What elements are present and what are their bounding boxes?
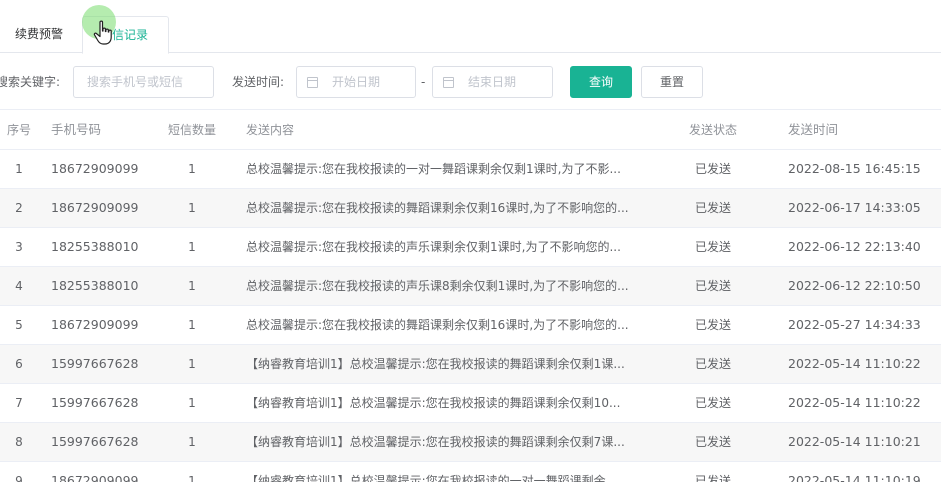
table-row[interactable]: 3 18255388010 1 总校温馨提示:您在我校报读的声乐课剩余仅剩1课时… — [0, 228, 941, 267]
row-sms-count: 1 — [188, 162, 196, 176]
row-phone: 15997667628 — [51, 395, 139, 410]
col-header-sms-count: 短信数量 — [167, 123, 216, 137]
row-sms-count: 1 — [188, 396, 196, 410]
row-content: 总校温馨提示:您在我校报读的声乐课剩余仅剩1课时,为了不影响您的... — [246, 240, 621, 254]
calendar-icon — [307, 77, 318, 88]
row-phone: 18672909099 — [51, 161, 139, 176]
start-date-placeholder: 开始日期 — [332, 75, 381, 89]
row-index: 4 — [15, 279, 23, 293]
calendar-icon — [443, 77, 454, 88]
table-row[interactable]: 1 18672909099 1 总校温馨提示:您在我校报读的一对一舞蹈课剩余仅剩… — [0, 150, 941, 189]
row-content: 【纳睿教育培训1】总校温馨提示:您在我校报读的舞蹈课剩余仅剩10... — [246, 396, 621, 410]
row-index: 5 — [15, 318, 23, 332]
row-sms-count: 1 — [188, 240, 196, 254]
row-send-time: 2022-05-14 11:10:22 — [788, 395, 921, 410]
row-send-time: 2022-06-17 14:33:05 — [788, 200, 921, 215]
row-status: 已发送 — [694, 318, 731, 332]
start-date-picker[interactable]: 开始日期 — [296, 66, 416, 98]
end-date-picker[interactable]: 结束日期 — [432, 66, 553, 98]
reset-button[interactable]: 重置 — [641, 66, 703, 98]
row-sms-count: 1 — [188, 435, 196, 449]
row-phone: 18672909099 — [51, 317, 139, 332]
row-phone: 18255388010 — [51, 239, 139, 254]
row-content: 总校温馨提示:您在我校报读的一对一舞蹈课剩余仅剩1课时,为了不影... — [246, 162, 621, 176]
tab-bar: 续费预警 信记录 — [0, 0, 941, 54]
row-send-time: 2022-08-15 16:45:15 — [788, 161, 921, 176]
query-button[interactable]: 查询 — [570, 66, 632, 98]
sms-records-table: 序号 手机号码 短信数量 发送内容 发送状态 发送时间 1 1867290909… — [0, 109, 941, 482]
table-row[interactable]: 5 18672909099 1 总校温馨提示:您在我校报读的舞蹈课剩余仅剩16课… — [0, 306, 941, 345]
row-content: 【纳睿教育培训1】总校温馨提示:您在我校报读的一对一舞蹈课剩余... — [246, 474, 618, 482]
row-status: 已发送 — [694, 396, 731, 410]
row-sms-count: 1 — [188, 318, 196, 332]
row-index: 1 — [15, 162, 23, 176]
col-header-status: 发送状态 — [688, 123, 737, 137]
row-status: 已发送 — [694, 357, 731, 371]
keyword-label: 搜索关键字: — [0, 75, 61, 89]
row-send-time: 2022-05-14 11:10:21 — [788, 434, 921, 449]
table-row[interactable]: 6 15997667628 1 【纳睿教育培训1】总校温馨提示:您在我校报读的舞… — [0, 345, 941, 384]
col-header-content: 发送内容 — [246, 123, 295, 137]
keyword-placeholder: 搜索手机号或短信 — [87, 75, 184, 89]
row-content: 总校温馨提示:您在我校报读的舞蹈课剩余仅剩16课时,为了不影响您的... — [246, 318, 629, 332]
end-date-placeholder: 结束日期 — [468, 75, 517, 89]
row-status: 已发送 — [694, 474, 731, 482]
table-row[interactable]: 8 15997667628 1 【纳睿教育培训1】总校温馨提示:您在我校报读的舞… — [0, 423, 941, 462]
tab-renewal-warning[interactable]: 续费预警 — [15, 16, 63, 53]
row-sms-count: 1 — [188, 201, 196, 215]
table-row[interactable]: 4 18255388010 1 总校温馨提示:您在我校报读的声乐课8剩余仅剩1课… — [0, 267, 941, 306]
hand-pointer-icon — [93, 20, 112, 45]
table-header-row: 序号 手机号码 短信数量 发送内容 发送状态 发送时间 — [0, 110, 941, 150]
row-status: 已发送 — [694, 201, 731, 215]
row-send-time: 2022-05-14 11:10:19 — [788, 473, 921, 482]
col-header-index: 序号 — [6, 123, 31, 137]
row-index: 8 — [15, 435, 23, 449]
col-header-send-time: 发送时间 — [788, 122, 839, 137]
row-sms-count: 1 — [188, 474, 196, 482]
row-phone: 15997667628 — [51, 356, 139, 371]
row-status: 已发送 — [694, 240, 731, 254]
send-time-label: 发送时间: — [232, 75, 285, 89]
row-content: 【纳睿教育培训1】总校温馨提示:您在我校报读的舞蹈课剩余仅剩7课... — [246, 435, 625, 449]
row-index: 9 — [15, 474, 23, 482]
row-phone: 18255388010 — [51, 278, 139, 293]
row-send-time: 2022-06-12 22:13:40 — [788, 239, 921, 254]
row-send-time: 2022-06-12 22:10:50 — [788, 278, 921, 293]
row-status: 已发送 — [694, 162, 731, 176]
col-header-phone: 手机号码 — [51, 122, 102, 137]
keyword-search-input[interactable]: 搜索手机号或短信 — [73, 66, 214, 98]
date-range-separator: - — [421, 75, 426, 89]
filter-bar: 搜索关键字: 搜索手机号或短信 发送时间: 开始日期 - 结束日期 查询 重置 — [0, 66, 941, 98]
table-row[interactable]: 7 15997667628 1 【纳睿教育培训1】总校温馨提示:您在我校报读的舞… — [0, 384, 941, 423]
row-sms-count: 1 — [188, 357, 196, 371]
row-index: 6 — [15, 357, 23, 371]
table-row[interactable]: 2 18672909099 1 总校温馨提示:您在我校报读的舞蹈课剩余仅剩16课… — [0, 189, 941, 228]
row-send-time: 2022-05-14 11:10:22 — [788, 356, 921, 371]
row-index: 3 — [15, 240, 23, 254]
row-content: 【纳睿教育培训1】总校温馨提示:您在我校报读的舞蹈课剩余仅剩1课... — [246, 357, 625, 371]
row-status: 已发送 — [694, 279, 731, 293]
row-send-time: 2022-05-27 14:34:33 — [788, 317, 921, 332]
table-row[interactable]: 9 18672909099 1 【纳睿教育培训1】总校温馨提示:您在我校报读的一… — [0, 462, 941, 482]
row-status: 已发送 — [694, 435, 731, 449]
row-phone: 18672909099 — [51, 473, 139, 482]
row-sms-count: 1 — [188, 279, 196, 293]
row-phone: 15997667628 — [51, 434, 139, 449]
row-content: 总校温馨提示:您在我校报读的舞蹈课剩余仅剩16课时,为了不影响您的... — [246, 201, 629, 215]
row-content: 总校温馨提示:您在我校报读的声乐课8剩余仅剩1课时,为了不影响您的... — [246, 279, 629, 293]
row-index: 7 — [15, 396, 23, 410]
row-phone: 18672909099 — [51, 200, 139, 215]
row-index: 2 — [15, 201, 23, 215]
